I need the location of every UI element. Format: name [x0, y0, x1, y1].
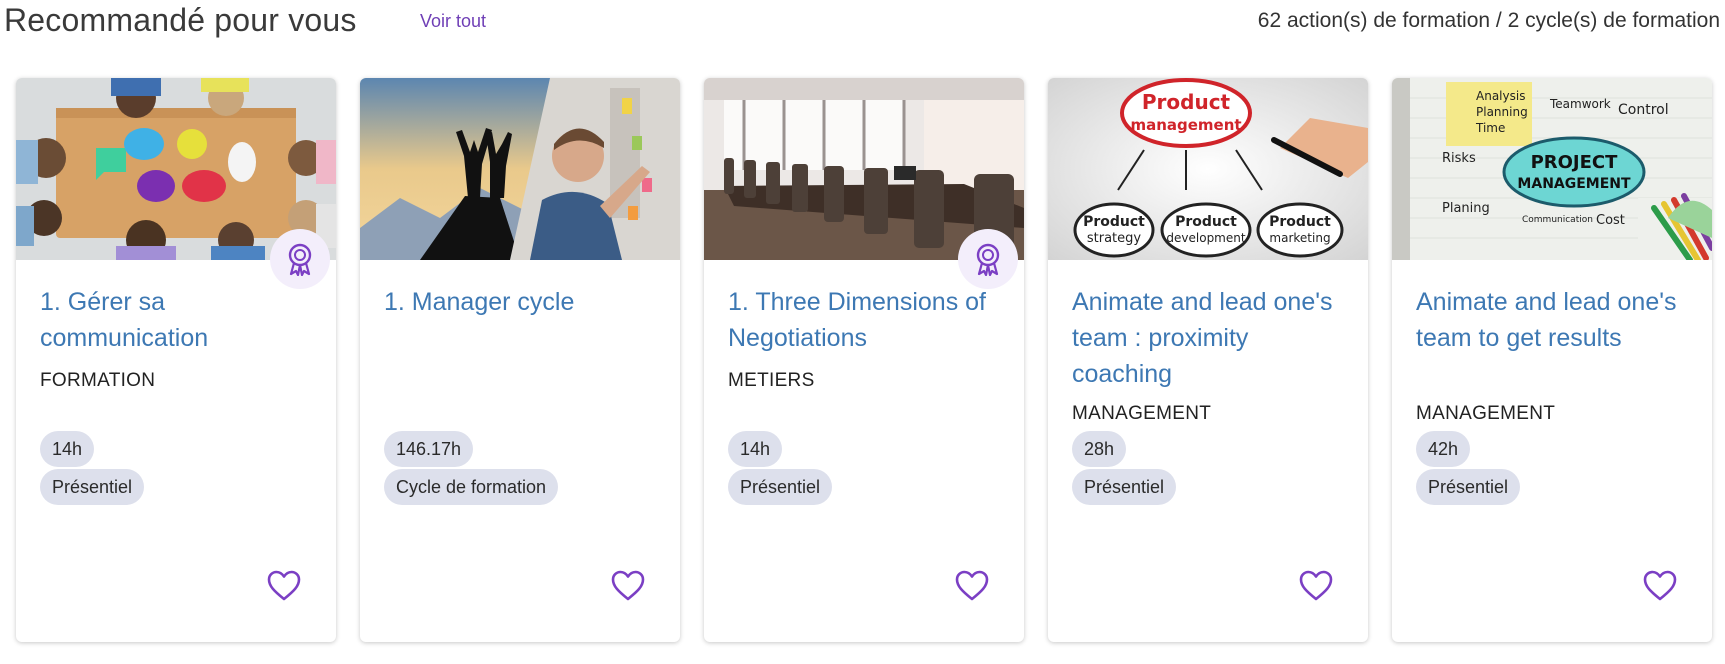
duration-chip: 14h	[728, 431, 783, 467]
svg-text:development: development	[1166, 231, 1245, 245]
course-title[interactable]: 1. Manager cycle	[384, 284, 664, 320]
course-image-summit-whiteboard[interactable]	[360, 78, 680, 260]
duration-chip: 146.17h	[384, 431, 474, 467]
recommended-cards: 1. Gérer sa communication FORMATION 14h …	[16, 78, 1716, 642]
course-title[interactable]: 1. Three Dimensions of Negotiations	[728, 284, 1008, 356]
course-card[interactable]: 1. Three Dimensions of Negotiations METI…	[704, 78, 1024, 642]
svg-text:Product: Product	[1175, 214, 1237, 230]
svg-text:Teamwork: Teamwork	[1549, 97, 1611, 111]
favorite-heart-icon[interactable]	[1642, 568, 1678, 604]
award-ribbon-icon	[288, 243, 312, 276]
favorite-heart-icon[interactable]	[954, 568, 990, 604]
course-category: METIERS	[728, 370, 815, 391]
svg-text:Product: Product	[1083, 214, 1145, 230]
svg-text:Time: Time	[1475, 121, 1505, 135]
svg-text:Product: Product	[1269, 214, 1331, 230]
svg-text:strategy: strategy	[1087, 231, 1142, 246]
svg-text:Cost: Cost	[1596, 213, 1625, 228]
svg-text:Analysis: Analysis	[1476, 89, 1525, 103]
see-all-link[interactable]: Voir tout	[420, 11, 486, 32]
award-ribbon-icon	[976, 243, 1000, 276]
svg-text:Product: Product	[1142, 90, 1231, 114]
course-card[interactable]: 1. Gérer sa communication FORMATION 14h …	[16, 78, 336, 642]
svg-text:Communication: Communication	[1522, 215, 1593, 225]
svg-text:Planing: Planing	[1442, 201, 1490, 216]
favorite-heart-icon[interactable]	[266, 568, 302, 604]
course-image-product-management[interactable]: Product management Product strategy Prod…	[1048, 78, 1368, 260]
svg-text:PROJECT: PROJECT	[1531, 152, 1619, 173]
svg-text:management: management	[1130, 116, 1241, 134]
favorite-heart-icon[interactable]	[1298, 568, 1334, 604]
mode-chip: Présentiel	[728, 469, 833, 505]
course-category: MANAGEMENT	[1416, 403, 1556, 424]
mode-chip: Présentiel	[1072, 469, 1177, 505]
course-title[interactable]: Animate and lead one's team : proximity …	[1072, 284, 1352, 392]
mode-chip: Présentiel	[40, 469, 145, 505]
svg-text:Control: Control	[1618, 102, 1669, 118]
course-category: MANAGEMENT	[1072, 403, 1212, 424]
course-card[interactable]: Analysis Planning Time PROJECT MANAGEMEN…	[1392, 78, 1712, 642]
duration-chip: 28h	[1072, 431, 1127, 467]
course-title[interactable]: Animate and lead one's team to get resul…	[1416, 284, 1696, 356]
mode-chip: Présentiel	[1416, 469, 1521, 505]
svg-text:Risks: Risks	[1442, 151, 1476, 166]
course-card[interactable]: Product management Product strategy Prod…	[1048, 78, 1368, 642]
duration-chip: 14h	[40, 431, 95, 467]
section-title: Recommandé pour vous	[4, 2, 357, 38]
course-image-project-management[interactable]: Analysis Planning Time PROJECT MANAGEMEN…	[1392, 78, 1712, 260]
certification-badge	[270, 229, 330, 289]
svg-text:MANAGEMENT: MANAGEMENT	[1517, 176, 1631, 192]
course-title[interactable]: 1. Gérer sa communication	[40, 284, 320, 356]
svg-text:Planning: Planning	[1476, 105, 1528, 119]
svg-text:marketing: marketing	[1269, 231, 1330, 245]
duration-chip: 42h	[1416, 431, 1471, 467]
section-header: Recommandé pour vous Voir tout 62 action…	[4, 0, 1720, 44]
certification-badge	[958, 229, 1018, 289]
favorite-heart-icon[interactable]	[610, 568, 646, 604]
course-category: FORMATION	[40, 370, 156, 391]
course-card[interactable]: 1. Manager cycle 146.17h Cycle de format…	[360, 78, 680, 642]
results-count: 62 action(s) de formation / 2 cycle(s) d…	[1257, 9, 1720, 32]
mode-chip: Cycle de formation	[384, 469, 559, 505]
